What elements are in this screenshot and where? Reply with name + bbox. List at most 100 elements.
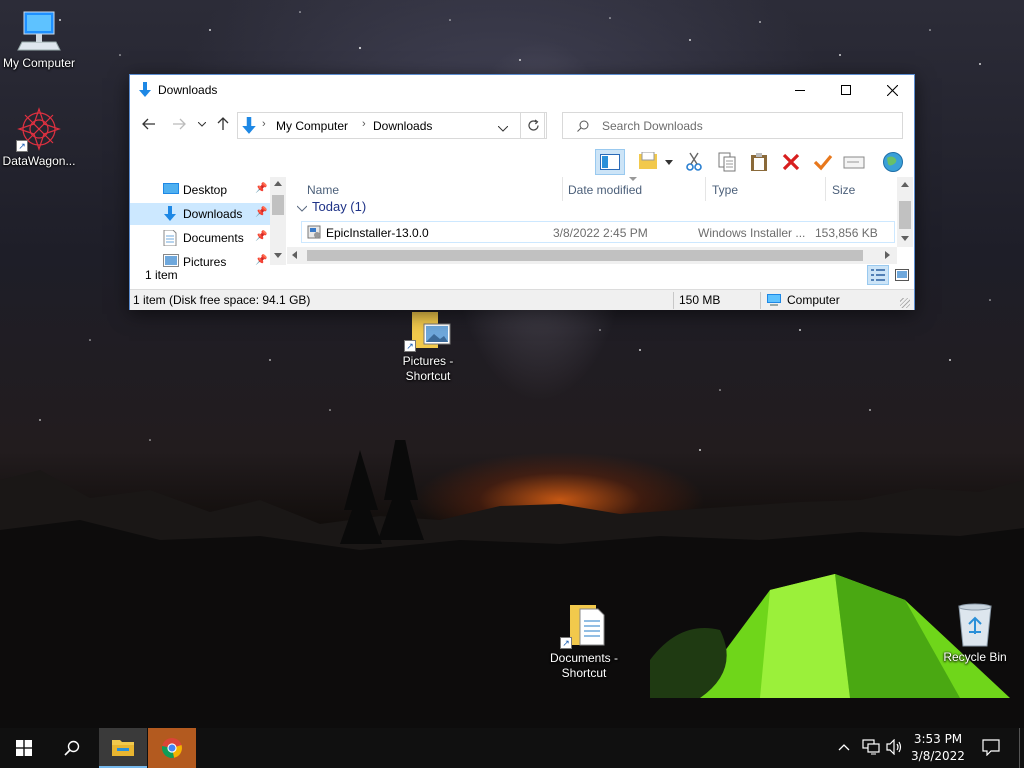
copy-icon (718, 152, 736, 172)
status-divider (760, 292, 761, 309)
recycle-bin-icon (953, 602, 997, 648)
scroll-thumb[interactable] (899, 201, 911, 229)
rename-icon (843, 156, 865, 169)
navigation-pane: Desktop 📌 Downloads 📌 Documents 📌 Pictur… (130, 177, 286, 267)
navigation-bar: › My Computer › Downloads Search Downloa… (130, 109, 914, 139)
breadcrumb-chevron-icon: › (262, 118, 266, 130)
windows-logo-icon (16, 740, 32, 756)
breadcrumb-my-computer[interactable]: My Computer (276, 119, 348, 133)
computer-icon (16, 8, 62, 54)
up-button[interactable] (212, 113, 234, 135)
search-box[interactable]: Search Downloads (562, 112, 903, 139)
recent-locations-button[interactable] (192, 113, 212, 135)
scroll-thumb[interactable] (272, 195, 284, 215)
title-bar[interactable]: Downloads (130, 75, 914, 105)
search-icon (577, 120, 589, 135)
arrow-right-icon (173, 118, 186, 130)
network-button[interactable] (880, 149, 906, 175)
file-type: Windows Installer ... (698, 226, 806, 240)
file-list: Name Date modified Type Size Today (1) E… (287, 177, 913, 267)
volume-tray-button[interactable] (886, 738, 904, 758)
desktop-icon-recycle-bin[interactable]: Recycle Bin (930, 602, 1020, 665)
delete-button[interactable] (778, 149, 804, 175)
rename-button[interactable] (841, 149, 867, 175)
desktop-icon-label: Documents - Shortcut (549, 651, 619, 680)
search-icon (64, 740, 80, 756)
pin-icon: 📌 (255, 207, 268, 218)
landscape (0, 440, 1024, 728)
group-collapse-icon[interactable] (296, 201, 308, 215)
search-button[interactable] (48, 728, 96, 768)
desktop-icon-label: Recycle Bin (943, 650, 1007, 664)
minimize-button[interactable] (777, 75, 823, 105)
pictures-icon (163, 254, 179, 267)
checkmark-icon (813, 154, 833, 171)
scroll-down-icon (274, 253, 282, 258)
refresh-button[interactable] (520, 112, 547, 139)
clock[interactable]: 3:53 PM 3/8/2022 (908, 728, 968, 768)
network-tray-button[interactable] (862, 739, 880, 758)
column-divider (705, 177, 706, 201)
network-icon (862, 739, 880, 755)
column-header-size[interactable]: Size (832, 183, 855, 197)
arrow-up-icon (217, 117, 229, 130)
file-list-vertical-scrollbar[interactable] (897, 177, 913, 247)
table-row[interactable]: EpicInstaller-13.0.0 3/8/2022 2:45 PM Wi… (301, 221, 895, 243)
scissors-icon (686, 152, 702, 171)
chevron-down-icon (198, 121, 206, 127)
forward-button[interactable] (168, 113, 190, 135)
action-center-button[interactable] (982, 739, 1000, 759)
show-desktop-button[interactable] (1019, 728, 1024, 768)
cut-button[interactable] (681, 149, 707, 175)
file-name: EpicInstaller-13.0.0 (326, 226, 429, 240)
properties-button[interactable] (810, 149, 836, 175)
details-view-button[interactable] (867, 265, 889, 285)
nav-pane-scrollbar[interactable] (270, 177, 286, 265)
datawagon-icon: ↗ (16, 106, 62, 152)
show-hidden-icons-button[interactable] (838, 740, 850, 754)
desktop-icon-documents-shortcut[interactable]: ↗ Documents - Shortcut (539, 605, 629, 681)
explorer-window: Downloads › My Computer › Downloads Sear… (129, 74, 915, 310)
close-button[interactable] (869, 75, 915, 105)
search-input[interactable]: Search Downloads (602, 119, 703, 133)
taskbar-chrome[interactable] (148, 728, 196, 768)
breadcrumb-downloads[interactable]: Downloads (373, 119, 432, 133)
file-list-horizontal-scrollbar[interactable] (287, 247, 897, 264)
pin-icon: 📌 (255, 231, 268, 242)
item-count: 1 item (145, 268, 178, 282)
resize-grip-icon[interactable] (900, 298, 910, 308)
desktop-icon-datawagon[interactable]: ↗ DataWagon... (0, 106, 84, 169)
scroll-thumb[interactable] (307, 250, 863, 261)
nav-item-downloads[interactable]: Downloads 📌 (130, 203, 270, 225)
preview-pane-button[interactable] (595, 149, 625, 175)
address-bar[interactable]: › My Computer › Downloads (237, 112, 545, 139)
start-button[interactable] (0, 728, 48, 768)
nav-item-documents[interactable]: Documents 📌 (130, 227, 270, 249)
nav-item-desktop[interactable]: Desktop 📌 (130, 179, 270, 201)
status-divider (673, 292, 674, 309)
large-icons-view-button[interactable] (891, 265, 913, 285)
scroll-left-icon (292, 251, 297, 259)
copy-button[interactable] (714, 149, 740, 175)
nav-item-pictures[interactable]: Pictures 📌 (130, 251, 270, 267)
downloads-arrow-icon (241, 117, 257, 138)
window-title: Downloads (158, 83, 218, 97)
address-dropdown-button[interactable] (497, 121, 509, 135)
paste-button[interactable] (746, 149, 772, 175)
group-header-today[interactable]: Today (1) (312, 199, 366, 214)
column-header-date-modified[interactable]: Date modified (568, 183, 642, 197)
maximize-button[interactable] (823, 75, 869, 105)
desktop-icon-pictures-shortcut[interactable]: ↗ Pictures - Shortcut (383, 312, 473, 384)
desktop-icon-my-computer[interactable]: My Computer (0, 8, 84, 71)
status-location: Computer (787, 293, 840, 307)
preview-pane-icon (600, 154, 620, 170)
view-dropdown-button[interactable] (661, 149, 677, 175)
speaker-icon (886, 738, 902, 756)
taskbar-file-explorer[interactable] (99, 728, 147, 768)
scroll-right-icon (885, 251, 890, 259)
folder-view-icon (639, 152, 657, 169)
column-header-type[interactable]: Type (712, 183, 738, 197)
view-button[interactable] (635, 149, 661, 175)
back-button[interactable] (138, 113, 160, 135)
column-header-name[interactable]: Name (307, 183, 339, 197)
